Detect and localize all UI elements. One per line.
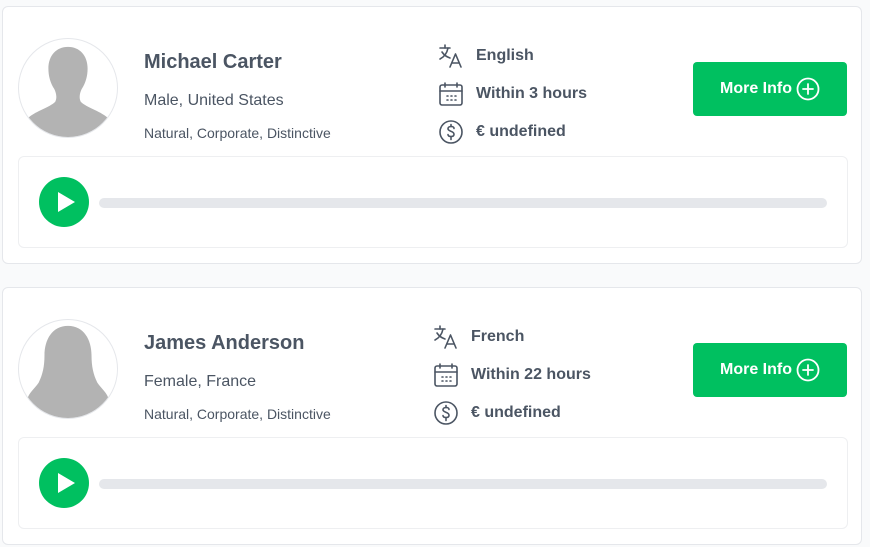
speaker-gender-country: Female, France: [144, 373, 257, 390]
dollar-circle-icon: [438, 119, 464, 145]
price-row: € undefined: [438, 119, 566, 145]
play-icon: [58, 192, 75, 212]
price-value: € undefined: [471, 404, 561, 421]
language-value: English: [476, 47, 534, 64]
female-silhouette-icon: [26, 325, 110, 418]
price-value: € undefined: [476, 123, 566, 140]
more-info-button[interactable]: More Info: [693, 62, 847, 116]
play-button[interactable]: [39, 177, 89, 227]
plus-circle-icon: [796, 77, 820, 101]
calendar-icon: [433, 362, 459, 388]
male-silhouette-icon: [26, 46, 110, 137]
price-row: € undefined: [433, 400, 561, 426]
turnaround-row: Within 3 hours: [438, 81, 587, 107]
avatar: [18, 38, 118, 138]
calendar-icon: [438, 81, 464, 107]
turnaround-row: Within 22 hours: [433, 362, 591, 388]
language-row: English: [438, 43, 534, 69]
audio-progress-track[interactable]: [99, 198, 827, 208]
translate-icon: [438, 43, 464, 69]
audio-player: [18, 437, 848, 529]
more-info-label: More Info: [720, 80, 792, 97]
speaker-name: James Anderson: [144, 332, 305, 354]
speaker-card: Michael Carter Male, United States Natur…: [2, 6, 862, 264]
audio-progress-track[interactable]: [99, 479, 827, 489]
dollar-circle-icon: [433, 400, 459, 426]
play-icon: [58, 473, 75, 493]
more-info-button[interactable]: More Info: [693, 343, 847, 397]
speaker-tags: Natural, Corporate, Distinctive: [144, 406, 331, 422]
turnaround-value: Within 3 hours: [476, 85, 587, 102]
avatar: [18, 319, 118, 419]
speaker-name: Michael Carter: [144, 51, 282, 73]
speaker-tags: Natural, Corporate, Distinctive: [144, 125, 331, 141]
play-button[interactable]: [39, 458, 89, 508]
audio-player: [18, 156, 848, 248]
more-info-label: More Info: [720, 361, 792, 378]
language-row: French: [433, 324, 524, 350]
translate-icon: [433, 324, 459, 350]
turnaround-value: Within 22 hours: [471, 366, 591, 383]
plus-circle-icon: [796, 358, 820, 382]
language-value: French: [471, 328, 525, 345]
speaker-gender-country: Male, United States: [144, 92, 284, 109]
speaker-card: James Anderson Female, France Natural, C…: [2, 287, 862, 545]
